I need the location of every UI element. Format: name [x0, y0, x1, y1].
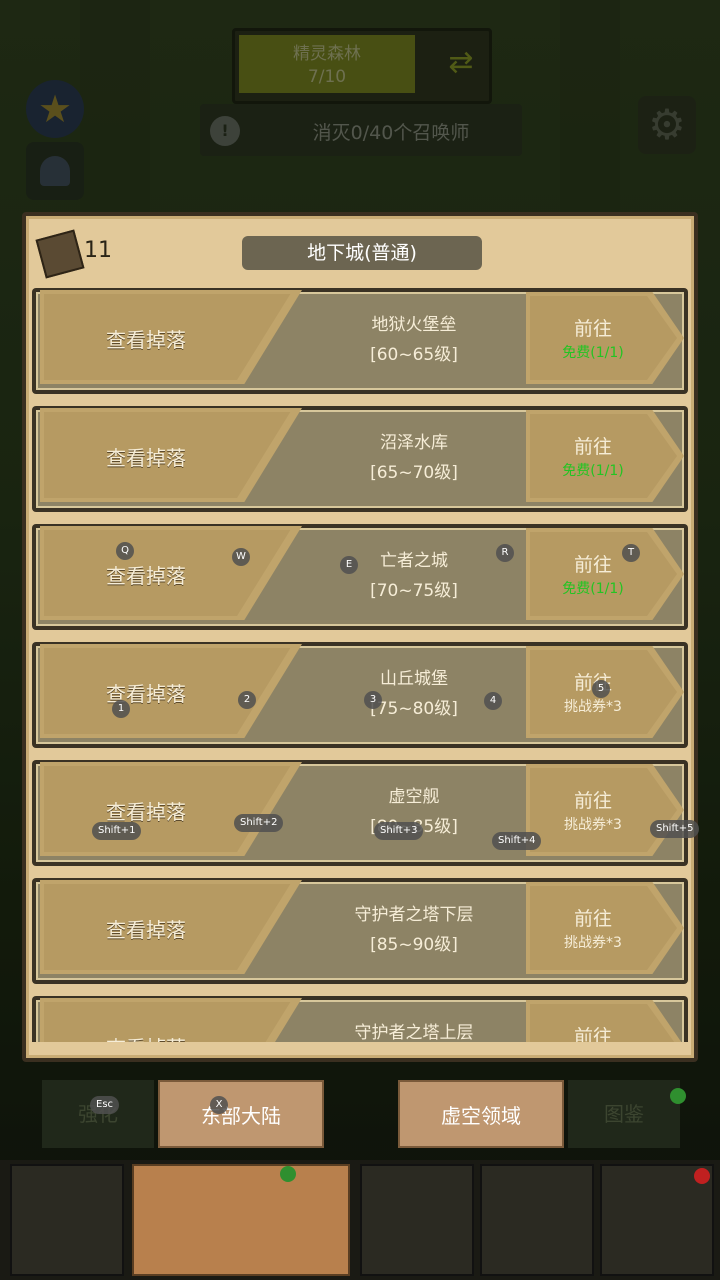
- go-button[interactable]: 前往 免费(1/1): [526, 410, 684, 502]
- key-hint-shift3: Shift+3: [374, 822, 424, 840]
- go-label: 前往: [573, 1026, 612, 1042]
- dungeon-row: 查看掉落 亡者之城 [70~75级] 前往 免费(1/1): [32, 524, 688, 630]
- view-drops-label: 查看掉落: [106, 446, 186, 470]
- dungeon-level-range: [85~90级]: [370, 935, 458, 955]
- dungeon-name: 沼泽水库: [380, 433, 448, 453]
- nav-armor-icon[interactable]: [132, 1164, 350, 1276]
- dungeon-key-icon: [35, 229, 85, 279]
- tab-codex[interactable]: 图鉴: [568, 1080, 680, 1148]
- dungeon-name: 守护者之塔上层: [354, 1023, 474, 1042]
- dungeon-level-range: [65~70级]: [370, 463, 458, 483]
- bottom-nav: [0, 1160, 720, 1280]
- dungeon-level-range: [60~65级]: [370, 345, 458, 365]
- key-hint-5: 5: [592, 680, 610, 698]
- key-hint-esc: Esc: [90, 1096, 120, 1114]
- go-label: 前往: [573, 908, 612, 930]
- key-hint-w: W: [232, 548, 250, 566]
- dungeon-name: 亡者之城: [380, 551, 448, 571]
- entry-cost: 免费(1/1): [562, 581, 624, 597]
- nav-helmet-icon[interactable]: [10, 1164, 124, 1276]
- dungeon-name: 地狱火堡垒: [371, 315, 457, 335]
- entry-cost: 挑战券*3: [564, 817, 622, 833]
- go-label: 前往: [573, 436, 612, 458]
- dungeon-row: 查看掉落 沼泽水库 [65~70级] 前往 免费(1/1): [32, 406, 688, 512]
- dungeon-name: 山丘城堡: [380, 669, 448, 689]
- dungeon-row: 查看掉落 守护者之塔上层 前往: [32, 996, 688, 1042]
- key-hint-3: 3: [364, 691, 382, 709]
- house-notification-badge: [694, 1168, 710, 1184]
- entry-cost: 挑战券*3: [564, 935, 622, 951]
- nav-altar-icon[interactable]: [360, 1164, 474, 1276]
- tab-eastern-continent[interactable]: 东部大陆: [158, 1080, 324, 1148]
- key-hint-x: X: [210, 1096, 228, 1114]
- region-tabs: 强化 东部大陆 虚空领域 图鉴: [0, 1080, 720, 1156]
- go-button[interactable]: 前往 挑战券*3: [526, 882, 684, 974]
- go-button[interactable]: 前往 免费(1/1): [526, 528, 684, 620]
- go-label: 前往: [573, 318, 612, 340]
- go-button[interactable]: 前往 免费(1/1): [526, 292, 684, 384]
- panel-header: 11 地下城(普通): [26, 216, 694, 286]
- panel-title: 地下城(普通): [242, 236, 482, 270]
- entry-cost: 挑战券*3: [564, 699, 622, 715]
- dungeon-list[interactable]: 查看掉落 地狱火堡垒 [60~65级] 前往 免费(1/1) 查看掉落 沼泽水库…: [32, 284, 688, 1042]
- tab-strengthen[interactable]: 强化: [42, 1080, 154, 1148]
- dungeon-name: 守护者之塔下层: [354, 905, 474, 925]
- dungeon-row: 查看掉落 守护者之塔下层 [85~90级] 前往 挑战券*3: [32, 878, 688, 984]
- key-hint-2: 2: [238, 691, 256, 709]
- view-drops-label: 查看掉落: [106, 328, 186, 352]
- key-hint-shift2: Shift+2: [234, 814, 284, 832]
- key-hint-shift5: Shift+5: [650, 820, 700, 838]
- dungeon-level-range: [70~75级]: [370, 581, 458, 601]
- key-hint-q: Q: [116, 542, 134, 560]
- go-button[interactable]: 前往 挑战券*3: [526, 764, 684, 856]
- key-hint-4: 4: [484, 692, 502, 710]
- dungeon-panel: 11 地下城(普通) 查看掉落 地狱火堡垒 [60~65级] 前往 免费(1/1…: [22, 212, 698, 1062]
- key-hint-1: 1: [112, 700, 130, 718]
- view-drops-label: 查看掉落: [106, 800, 186, 824]
- dungeon-name: 虚空舰: [388, 787, 440, 807]
- view-drops-label: 查看掉落: [106, 564, 186, 588]
- dungeon-row: 查看掉落 山丘城堡 [75~80级] 前往 挑战券*3: [32, 642, 688, 748]
- key-count: 11: [84, 238, 112, 263]
- view-drops-label: 查看掉落: [106, 1032, 186, 1042]
- key-hint-e: E: [340, 556, 358, 574]
- dungeon-row: 查看掉落 地狱火堡垒 [60~65级] 前往 免费(1/1): [32, 288, 688, 394]
- entry-cost: 免费(1/1): [562, 345, 624, 361]
- key-hint-t: T: [622, 544, 640, 562]
- codex-notification-badge: [670, 1088, 686, 1104]
- entry-cost: 免费(1/1): [562, 463, 624, 479]
- key-hint-shift1: Shift+1: [92, 822, 142, 840]
- key-hint-r: R: [496, 544, 514, 562]
- dungeon-row: 查看掉落 虚空舰 [80~85级] 前往 挑战券*3: [32, 760, 688, 866]
- nav-book-icon[interactable]: [480, 1164, 594, 1276]
- armor-notification-badge: [280, 1166, 296, 1182]
- key-hint-shift4: Shift+4: [492, 832, 542, 850]
- tab-void-domain[interactable]: 虚空领域: [398, 1080, 564, 1148]
- view-drops-label: 查看掉落: [106, 918, 186, 942]
- go-label: 前往: [573, 790, 612, 812]
